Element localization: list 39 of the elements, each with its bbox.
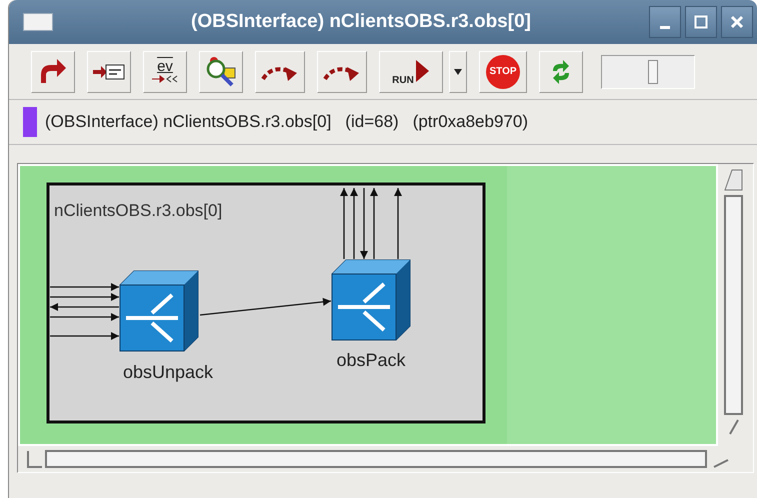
minimize-icon — [660, 26, 670, 29]
object-info: (id=68) — [345, 112, 399, 132]
connection-arrow — [350, 188, 358, 259]
minimize-button[interactable] — [649, 6, 681, 38]
events-button[interactable]: ev — [143, 50, 187, 92]
compound-module-name: nClientsOBS.r3.obs[0] — [54, 201, 222, 220]
close-icon — [729, 14, 745, 30]
close-button[interactable] — [721, 6, 753, 38]
speed-slider[interactable] — [601, 54, 695, 88]
stop-button[interactable]: STOP — [479, 50, 527, 92]
arrow-chevrons-icon — [151, 74, 179, 84]
step-button[interactable] — [317, 50, 367, 92]
module-name: obsPack — [336, 350, 406, 370]
maximize-icon — [693, 14, 709, 30]
connection-arrow — [50, 293, 119, 301]
connection-arrow — [340, 188, 348, 259]
object-info: (ptr0xa8eb970) — [412, 112, 528, 132]
magnifier-icon — [204, 56, 238, 88]
contents-button[interactable] — [87, 50, 131, 92]
window-title: (OBSInterface) nClientsOBS.r3.obs[0] — [190, 11, 532, 33]
connection-arrow — [394, 188, 402, 259]
connection-arrow — [370, 188, 378, 259]
parent-button[interactable] — [31, 50, 75, 92]
connection-arrow — [360, 188, 368, 259]
step-button[interactable] — [255, 50, 305, 92]
connection-arrow — [50, 332, 119, 340]
connection-arrow — [50, 303, 119, 311]
run-menu-button[interactable] — [449, 50, 467, 92]
find-button[interactable] — [199, 50, 243, 92]
run-button[interactable]: RUN — [379, 50, 443, 92]
connection-arrow — [50, 313, 119, 321]
module-name: obsUnpack — [122, 362, 214, 382]
module-icon[interactable] — [332, 260, 410, 340]
connection-arrow — [50, 283, 119, 291]
object-info: (OBSInterface) nClientsOBS.r3.obs[0] — [45, 112, 332, 132]
refresh-button[interactable] — [539, 50, 583, 92]
module-icon[interactable] — [120, 270, 198, 352]
caret-icon — [454, 68, 462, 74]
maximize-button[interactable] — [685, 6, 717, 38]
